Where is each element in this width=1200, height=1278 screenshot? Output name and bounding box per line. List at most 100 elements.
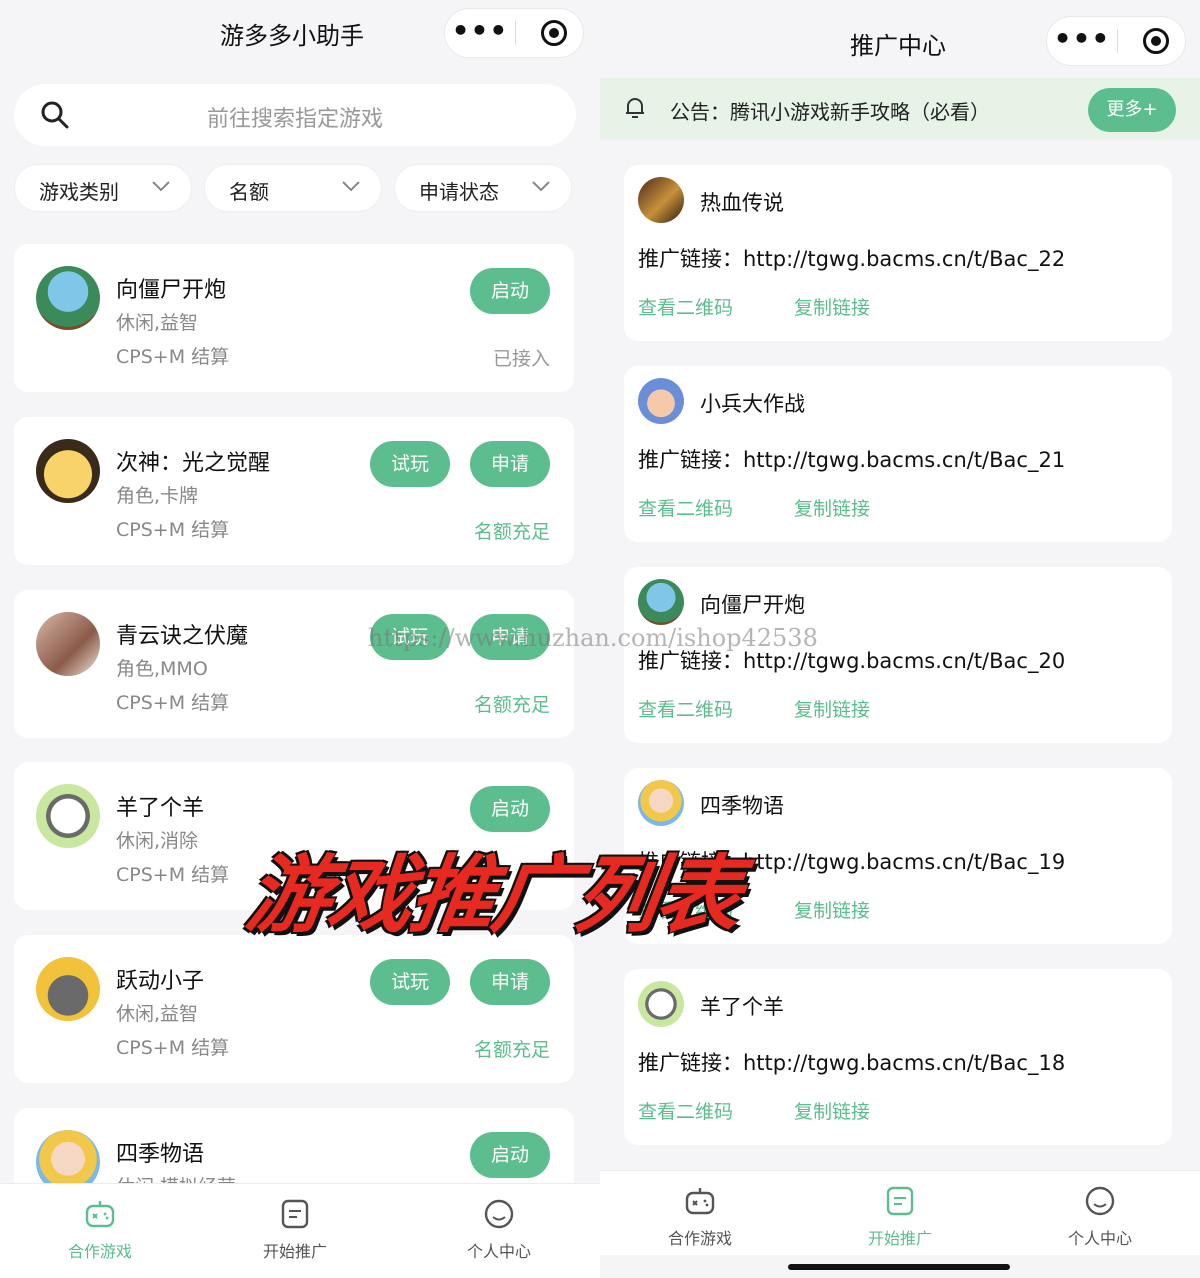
filter-label: 游戏类别 bbox=[39, 180, 119, 204]
try-button[interactable]: 试玩 bbox=[370, 441, 450, 487]
game-avatar bbox=[638, 579, 684, 625]
game-name: 青云诀之伏魔 bbox=[116, 624, 249, 649]
promotion-link: 推广链接：http://tgwg.bacms.cn/t/Bac_18 bbox=[638, 1047, 1065, 1077]
apply-button[interactable]: 申请 bbox=[470, 441, 550, 487]
game-name: 羊了个羊 bbox=[700, 995, 784, 1019]
game-name: 跃动小子 bbox=[116, 969, 205, 994]
promotion-link: 推广链接：http://tgwg.bacms.cn/t/Bac_22 bbox=[638, 243, 1065, 273]
gamepad-icon bbox=[85, 1201, 115, 1228]
tab-label: 开始推广 bbox=[867, 1229, 932, 1248]
game-name: 热血传说 bbox=[700, 191, 784, 215]
link-url: http://tgwg.bacms.cn/t/Bac_22 bbox=[743, 247, 1066, 271]
more-button[interactable]: 更多+ bbox=[1088, 88, 1176, 132]
game-avatar bbox=[638, 981, 684, 1027]
tab-label: 开始推广 bbox=[262, 1242, 327, 1261]
game-settlement: CPS+M 结算 bbox=[116, 346, 230, 368]
watermark-text: https://www.huzhan.com/ishop42538 bbox=[368, 624, 818, 652]
launch-button[interactable]: 启动 bbox=[470, 268, 550, 314]
right-page-title: 推广中心 bbox=[850, 32, 946, 60]
announcement-bar[interactable]: 公告：腾讯小游戏新手攻略（必看） 更多+ bbox=[600, 78, 1200, 140]
game-card[interactable]: 跃动小子 休闲,益智 CPS+M 结算 试玩 申请 名额充足 bbox=[14, 935, 574, 1083]
more-menu-icon[interactable]: ••• bbox=[445, 9, 515, 57]
game-avatar bbox=[36, 439, 100, 503]
game-name: 次神：光之觉醒 bbox=[116, 451, 271, 476]
game-card[interactable]: 向僵尸开炮 休闲,益智 CPS+M 结算 启动 已接入 bbox=[14, 244, 574, 392]
bell-icon bbox=[626, 98, 644, 118]
search-bar[interactable]: 前往搜索指定游戏 bbox=[14, 84, 576, 146]
link-url: http://tgwg.bacms.cn/t/Bac_21 bbox=[743, 448, 1066, 472]
launch-button[interactable]: 启动 bbox=[470, 786, 550, 832]
game-name: 向僵尸开炮 bbox=[116, 278, 227, 303]
tab-start-promotion[interactable]: 开始推广 bbox=[800, 1171, 1000, 1255]
tab-label: 合作游戏 bbox=[667, 1229, 732, 1248]
game-avatar bbox=[36, 784, 100, 848]
right-tab-bar: 合作游戏 开始推广 个人中心 bbox=[600, 1170, 1200, 1255]
copy-link-button[interactable]: 复制链接 bbox=[794, 293, 870, 320]
view-qr-code-link[interactable]: 查看二维码 bbox=[638, 293, 733, 320]
promotion-link: 推广链接：http://tgwg.bacms.cn/t/Bac_21 bbox=[638, 444, 1065, 474]
game-status: 名额充足 bbox=[473, 1039, 550, 1061]
close-miniapp-icon[interactable] bbox=[541, 20, 567, 46]
capsule-divider bbox=[515, 21, 516, 45]
filter-quota[interactable]: 名额 bbox=[204, 164, 382, 212]
view-qr-code-link[interactable]: 查看二维码 bbox=[638, 1097, 733, 1124]
copy-link-button[interactable]: 复制链接 bbox=[794, 695, 870, 722]
promotion-card: 小兵大作战 推广链接：http://tgwg.bacms.cn/t/Bac_21… bbox=[624, 366, 1172, 542]
try-button[interactable]: 试玩 bbox=[370, 959, 450, 1005]
promotion-card: 热血传说 推广链接：http://tgwg.bacms.cn/t/Bac_22 … bbox=[624, 165, 1172, 341]
capsule-divider bbox=[1117, 29, 1118, 53]
view-qr-code-link[interactable]: 查看二维码 bbox=[638, 494, 733, 521]
game-card[interactable]: 次神：光之觉醒 角色,卡牌 CPS+M 结算 试玩 申请 名额充足 bbox=[14, 417, 574, 565]
smile-icon bbox=[1085, 1186, 1115, 1216]
search-placeholder: 前往搜索指定游戏 bbox=[206, 107, 383, 132]
tab-label: 个人中心 bbox=[1067, 1229, 1132, 1248]
promotion-card: 羊了个羊 推广链接：http://tgwg.bacms.cn/t/Bac_18 … bbox=[624, 969, 1172, 1145]
apply-button[interactable]: 申请 bbox=[470, 959, 550, 1005]
copy-link-button[interactable]: 复制链接 bbox=[794, 494, 870, 521]
filter-label: 名额 bbox=[229, 180, 269, 204]
game-tags: 角色,卡牌 bbox=[116, 485, 199, 507]
close-miniapp-icon[interactable] bbox=[1143, 28, 1169, 54]
link-url: http://tgwg.bacms.cn/t/Bac_20 bbox=[743, 649, 1066, 673]
document-icon bbox=[281, 1199, 309, 1229]
game-tags: 休闲,消除 bbox=[116, 830, 199, 852]
tab-label: 合作游戏 bbox=[67, 1242, 132, 1261]
game-avatar bbox=[36, 957, 100, 1021]
view-qr-code-link[interactable]: 查看二维码 bbox=[638, 695, 733, 722]
game-settlement: CPS+M 结算 bbox=[116, 1037, 230, 1059]
document-icon bbox=[886, 1186, 914, 1216]
smile-icon bbox=[484, 1199, 514, 1229]
link-label: 推广链接： bbox=[638, 247, 743, 271]
tab-personal-center[interactable]: 个人中心 bbox=[1000, 1171, 1200, 1255]
game-name: 羊了个羊 bbox=[116, 796, 205, 821]
more-menu-icon[interactable]: ••• bbox=[1047, 17, 1117, 65]
copy-link-button[interactable]: 复制链接 bbox=[794, 1097, 870, 1124]
gamepad-icon bbox=[685, 1188, 715, 1215]
filter-game-category[interactable]: 游戏类别 bbox=[14, 164, 192, 212]
game-avatar bbox=[36, 612, 100, 676]
link-label: 推广链接： bbox=[638, 448, 743, 472]
home-indicator bbox=[788, 1264, 1010, 1270]
game-name: 四季物语 bbox=[116, 1142, 205, 1167]
announcement-text: 公告：腾讯小游戏新手攻略（必看） bbox=[670, 100, 990, 124]
launch-button[interactable]: 启动 bbox=[470, 1132, 550, 1178]
tab-start-promotion[interactable]: 开始推广 bbox=[195, 1184, 395, 1278]
tab-label: 个人中心 bbox=[466, 1242, 531, 1261]
game-status: 名额充足 bbox=[473, 694, 550, 716]
game-avatar bbox=[36, 266, 100, 330]
filter-apply-status[interactable]: 申请状态 bbox=[394, 164, 572, 212]
left-tab-bar: 合作游戏 开始推广 个人中心 bbox=[0, 1183, 600, 1278]
game-tags: 休闲,益智 bbox=[116, 1003, 199, 1025]
right-miniapp-capsule: ••• bbox=[1046, 16, 1186, 66]
game-tags: 角色,MMO bbox=[116, 658, 208, 680]
tab-cooperation-games[interactable]: 合作游戏 bbox=[600, 1171, 800, 1255]
game-name: 四季物语 bbox=[700, 794, 784, 818]
game-name: 向僵尸开炮 bbox=[700, 593, 805, 617]
game-settlement: CPS+M 结算 bbox=[116, 519, 230, 541]
link-label: 推广链接： bbox=[638, 649, 743, 673]
tab-personal-center[interactable]: 个人中心 bbox=[399, 1184, 599, 1278]
tab-cooperation-games[interactable]: 合作游戏 bbox=[0, 1184, 200, 1278]
game-card[interactable]: 青云诀之伏魔 角色,MMO CPS+M 结算 试玩 申请 名额充足 bbox=[14, 590, 574, 738]
game-avatar bbox=[638, 378, 684, 424]
game-name: 小兵大作战 bbox=[700, 392, 805, 416]
